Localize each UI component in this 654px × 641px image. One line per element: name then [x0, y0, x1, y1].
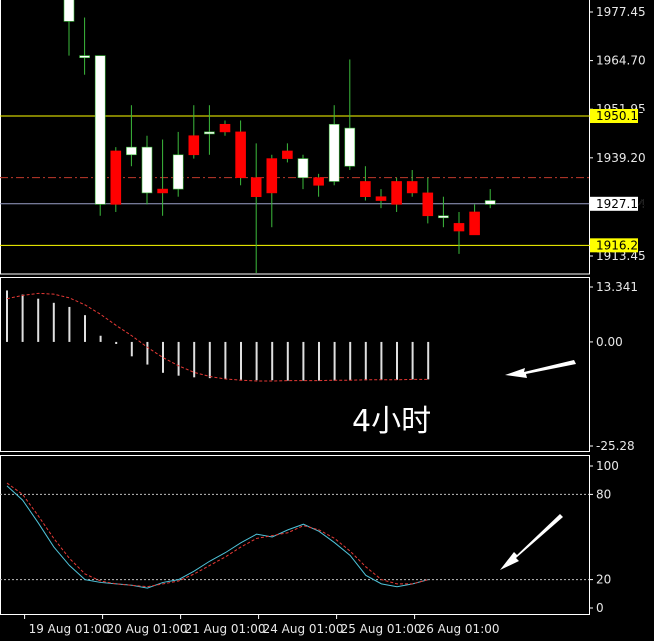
candle-body-bullish: [63, 0, 75, 22]
price-level-tag-text: 1916.25: [596, 238, 646, 252]
stochastic-tick-label: 80: [596, 487, 611, 501]
stochastic-tick-label: 0: [596, 601, 604, 615]
candle-body-bullish: [172, 154, 184, 190]
candle-body-bearish: [375, 196, 387, 201]
candle-body-bearish: [313, 177, 324, 186]
candle-body-bullish: [141, 146, 153, 194]
candle-body-bearish: [235, 131, 246, 178]
time-tick-label: 24 Aug 01:00: [263, 622, 344, 636]
candle-body-bearish: [453, 223, 465, 232]
candle-body-bearish: [282, 150, 293, 159]
time-tick-label: 25 Aug 01:00: [341, 622, 422, 636]
candle-body-bullish: [94, 55, 106, 205]
stochastic-tick-label: 20: [596, 573, 611, 587]
stochastic-tick-label: 100: [596, 459, 619, 473]
timeframe-annotation: 4小时: [352, 404, 431, 439]
candle-body-bearish: [469, 211, 480, 236]
candle-body-bearish: [422, 192, 434, 217]
candle-body-bullish: [79, 55, 90, 58]
candle-body-bearish: [391, 181, 402, 205]
candle-body-bearish: [266, 158, 278, 194]
macd-tick-label: 13.341: [596, 280, 638, 294]
candle-body-bullish: [328, 123, 340, 182]
price-tick-label: 1964.70: [596, 54, 646, 68]
candle-body-bearish: [157, 188, 168, 194]
time-tick-label: 19 Aug 01:00: [29, 622, 110, 636]
candle-body-bullish: [438, 215, 449, 219]
macd-tick-label: 0.00: [596, 335, 623, 349]
price-level-tag-text: 1927.14: [596, 197, 646, 211]
price-level-tag-text: 1950.17: [596, 109, 646, 123]
candle-body-bearish: [188, 135, 200, 156]
candle-body-bearish: [110, 150, 122, 205]
time-tick-label: 20 Aug 01:00: [107, 622, 188, 636]
time-tick-label: 26 Aug 01:00: [419, 622, 500, 636]
time-tick-label: 21 Aug 01:00: [185, 622, 266, 636]
candle-body-bearish: [360, 181, 371, 198]
candle-body-bullish: [484, 200, 496, 205]
candle-body-bearish: [406, 181, 418, 194]
price-tick-label: 1939.20: [596, 151, 646, 165]
chart-canvas: 1977.451964.701951.951939.201927.141913.…: [0, 0, 654, 641]
candle-body-bullish: [297, 158, 309, 178]
candle-body-bullish: [204, 131, 215, 135]
candle-body-bullish: [344, 127, 356, 167]
candle-body-bearish: [219, 123, 231, 133]
candle-body-bullish: [126, 146, 137, 156]
price-tick-label: 1977.45: [596, 5, 646, 19]
macd-tick-label: -25.28: [596, 439, 635, 453]
candle-body-bearish: [250, 177, 262, 198]
